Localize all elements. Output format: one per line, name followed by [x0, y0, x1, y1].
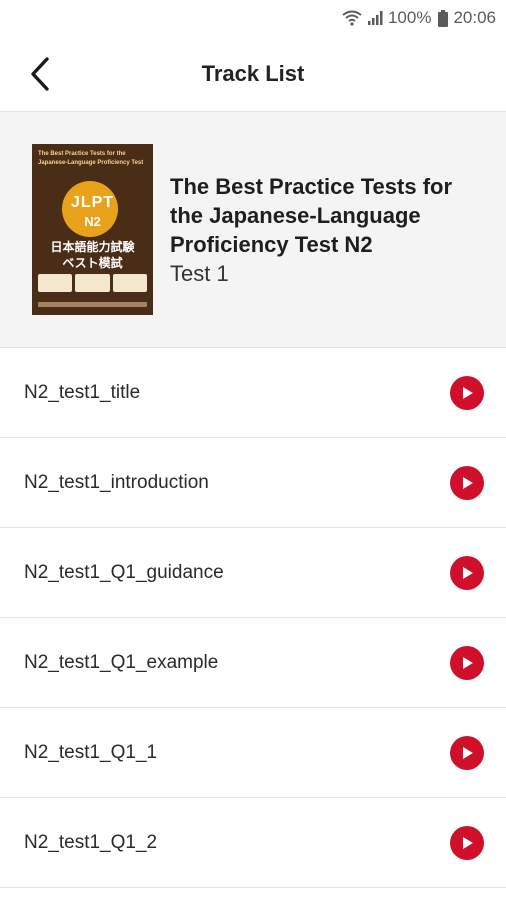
play-button[interactable] — [450, 555, 484, 590]
book-header: The Best Practice Tests for the Japanese… — [0, 112, 506, 348]
battery-percent: 100% — [387, 8, 432, 27]
app-bar: Track List — [0, 36, 506, 112]
track-list: N2_test1_title N2_test1_introduction N2_… — [0, 348, 506, 888]
track-row[interactable]: N2_test1_introduction — [0, 438, 506, 528]
track-name: N2_test1_introduction — [24, 471, 209, 493]
play-button[interactable] — [450, 645, 484, 680]
battery-icon — [438, 9, 449, 27]
track-name: N2_test1_Q1_1 — [24, 741, 158, 763]
back-button[interactable] — [22, 56, 58, 92]
cover-badge-text: JLPT — [70, 194, 115, 211]
track-row[interactable]: N2_test1_title — [0, 348, 506, 438]
track-row[interactable]: N2_test1_Q1_example — [0, 618, 506, 708]
cover-info-boxes — [38, 274, 147, 292]
play-icon — [463, 476, 473, 489]
clock: 20:06 — [453, 8, 496, 27]
play-icon — [463, 386, 473, 399]
play-button[interactable] — [450, 825, 484, 860]
track-row[interactable]: N2_test1_Q1_1 — [0, 708, 506, 798]
book-subtitle: Test 1 — [170, 261, 229, 286]
play-icon — [463, 746, 473, 759]
track-name: N2_test1_title — [24, 381, 141, 403]
page-title: Track List — [201, 60, 305, 86]
cover-jp-title-line2: ベスト模試 — [62, 256, 123, 270]
play-button[interactable] — [450, 375, 484, 410]
signal-icon — [367, 10, 383, 26]
cover-top-text: The Best Practice Tests for the Japanese… — [38, 151, 144, 166]
play-icon — [463, 566, 473, 579]
status-bar: 100% 20:06 — [0, 0, 506, 36]
cover-bottom-strip — [38, 302, 147, 307]
track-row[interactable]: N2_test1_Q1_2 — [0, 798, 506, 888]
track-row[interactable]: N2_test1_Q1_guidance — [0, 528, 506, 618]
cover-jp-title-line1: 日本語能力試験 — [50, 240, 135, 254]
play-button[interactable] — [450, 735, 484, 770]
book-title: The Best Practice Tests for the Japanese… — [170, 174, 453, 257]
track-name: N2_test1_Q1_example — [24, 651, 219, 673]
play-icon — [463, 656, 473, 669]
track-name: N2_test1_Q1_2 — [24, 831, 158, 853]
play-icon — [463, 836, 473, 849]
book-cover-image: The Best Practice Tests for the Japanese… — [32, 144, 153, 315]
back-arrow-icon — [31, 57, 49, 91]
cover-level-text: N2 — [84, 214, 101, 229]
track-name: N2_test1_Q1_guidance — [24, 561, 224, 583]
book-info: The Best Practice Tests for the Japanese… — [170, 172, 506, 287]
wifi-icon — [342, 10, 362, 26]
play-button[interactable] — [450, 465, 484, 500]
